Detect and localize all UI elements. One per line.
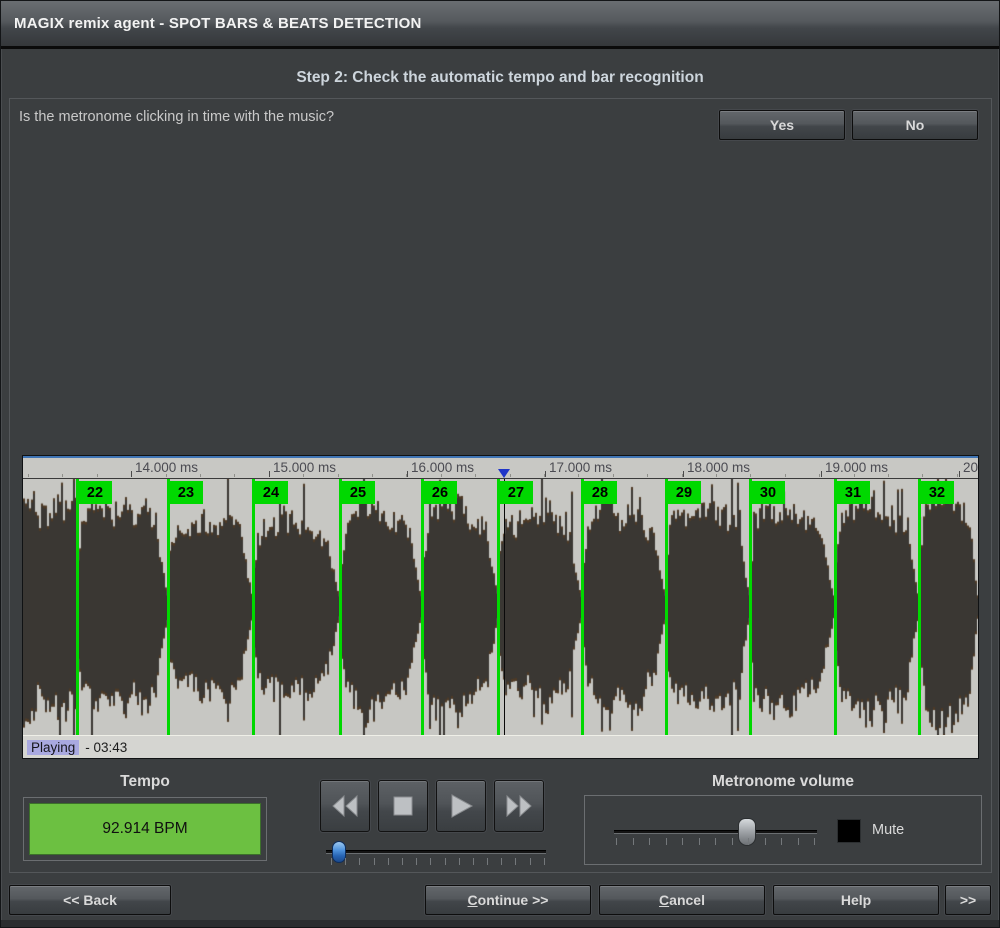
bar-number-label[interactable]: 24 — [254, 481, 288, 504]
bar-marker-line[interactable] — [497, 479, 500, 735]
ruler-minor-tick — [819, 474, 820, 477]
tempo-label: Tempo — [23, 773, 267, 791]
ruler-time-label: 15.000 ms — [273, 460, 336, 475]
ruler-minor-tick — [647, 474, 648, 477]
no-button[interactable]: No — [852, 110, 978, 140]
ruler-minor-tick — [97, 474, 98, 477]
ruler-minor-tick — [28, 474, 29, 477]
status-bar: Playing - 03:43 — [23, 735, 978, 758]
ruler-minor-tick — [613, 474, 614, 477]
bar-number-label[interactable]: 22 — [78, 481, 112, 504]
stop-button[interactable] — [378, 780, 428, 832]
timeline-ruler[interactable]: 14.000 ms 15.000 ms 16.000 ms 17.000 ms 18.0… — [23, 456, 978, 479]
bar-marker-line[interactable] — [421, 479, 424, 735]
bar-number-label[interactable]: 28 — [583, 481, 617, 504]
transport-controls — [320, 780, 544, 832]
ruler-tick — [269, 471, 270, 477]
mute-label: Mute — [872, 822, 904, 838]
metronome-slider-ticks — [616, 838, 815, 845]
ruler-tick — [959, 471, 960, 477]
ruler-minor-tick — [62, 474, 63, 477]
bar-number-label[interactable]: 26 — [423, 481, 457, 504]
bar-number-label[interactable]: 25 — [341, 481, 375, 504]
bar-marker-line[interactable] — [339, 479, 342, 735]
bar-marker-line[interactable] — [918, 479, 921, 735]
ruler-time-label: 16.000 ms — [411, 460, 474, 475]
bar-number-label[interactable]: 23 — [169, 481, 203, 504]
window-bottom-edge — [1, 920, 999, 927]
playhead-marker-icon[interactable] — [498, 469, 510, 478]
ruler-tick — [407, 471, 408, 477]
bar-marker-line[interactable] — [581, 479, 584, 735]
stop-icon — [391, 794, 415, 818]
ruler-minor-tick — [338, 474, 339, 477]
position-slider-track[interactable] — [326, 850, 546, 854]
tempo-frame: 92.914 BPM — [23, 797, 267, 861]
playhead-line — [504, 479, 505, 735]
bar-marker-line[interactable] — [167, 479, 170, 735]
help-button[interactable]: Help — [773, 885, 939, 915]
bar-marker-line[interactable] — [252, 479, 255, 735]
bar-marker-line[interactable] — [76, 479, 79, 735]
play-button[interactable] — [436, 780, 486, 832]
ruler-minor-tick — [785, 474, 786, 477]
ruler-tick — [545, 471, 546, 477]
rewind-button[interactable] — [320, 780, 370, 832]
back-button[interactable]: << Back — [9, 885, 171, 915]
ruler-time-label: 17.000 ms — [549, 460, 612, 475]
ruler-minor-tick — [372, 474, 373, 477]
bar-marker-line[interactable] — [749, 479, 752, 735]
metronome-slider-track[interactable] — [614, 830, 817, 834]
title-bar[interactable]: MAGIX remix agent - SPOT BARS & BEATS DE… — [1, 1, 999, 49]
step-heading: Step 2: Check the automatic tempo and ba… — [1, 69, 999, 87]
metronome-volume-label: Metronome volume — [584, 773, 982, 791]
window-title: MAGIX remix agent - SPOT BARS & BEATS DE… — [14, 15, 422, 32]
bar-number-label[interactable]: 31 — [836, 481, 870, 504]
bar-marker-line[interactable] — [665, 479, 668, 735]
ruler-minor-tick — [234, 474, 235, 477]
bar-number-label[interactable]: 32 — [920, 481, 954, 504]
ruler-tick — [821, 471, 822, 477]
position-slider-ticks — [331, 858, 545, 865]
ruler-time-label: 19.000 ms — [825, 460, 888, 475]
rewind-icon — [330, 794, 360, 818]
status-time: - 03:43 — [85, 740, 127, 755]
ruler-minor-tick — [510, 474, 511, 477]
mute-checkbox[interactable] — [838, 820, 860, 842]
ruler-tick — [683, 471, 684, 477]
play-icon — [448, 793, 474, 819]
wave-area[interactable]: 22 23 24 25 26 27 28 29 30 31 32 — [23, 479, 978, 735]
waveform-panel: 14.000 ms 15.000 ms 16.000 ms 17.000 ms 18.0… — [22, 455, 979, 759]
ruler-minor-tick — [922, 474, 923, 477]
status-badge: Playing — [27, 740, 79, 755]
bar-number-label[interactable]: 27 — [499, 481, 533, 504]
ruler-time-label: 18.000 ms — [687, 460, 750, 475]
continue-button[interactable]: Continue >> — [425, 885, 591, 915]
tempo-value-display: 92.914 BPM — [29, 803, 261, 855]
more-button[interactable]: >> — [945, 885, 991, 915]
fast-forward-button[interactable] — [494, 780, 544, 832]
ruler-tick — [131, 471, 132, 477]
ruler-time-label: 14.000 ms — [135, 460, 198, 475]
yes-button[interactable]: Yes — [719, 110, 845, 140]
ruler-time-label: 20. — [963, 460, 978, 475]
ruler-minor-tick — [475, 474, 476, 477]
metronome-question: Is the metronome clicking in time with t… — [19, 109, 334, 125]
bar-marker-line[interactable] — [834, 479, 837, 735]
bar-number-label[interactable]: 29 — [667, 481, 701, 504]
ruler-minor-tick — [750, 474, 751, 477]
fast-forward-icon — [504, 794, 534, 818]
ruler-minor-tick — [200, 474, 201, 477]
metronome-frame: Mute — [584, 795, 982, 865]
dialog-window: MAGIX remix agent - SPOT BARS & BEATS DE… — [0, 0, 1000, 928]
ruler-minor-tick — [957, 474, 958, 477]
cancel-button[interactable]: Cancel — [599, 885, 765, 915]
bar-number-label[interactable]: 30 — [751, 481, 785, 504]
ruler-minor-tick — [888, 474, 889, 477]
